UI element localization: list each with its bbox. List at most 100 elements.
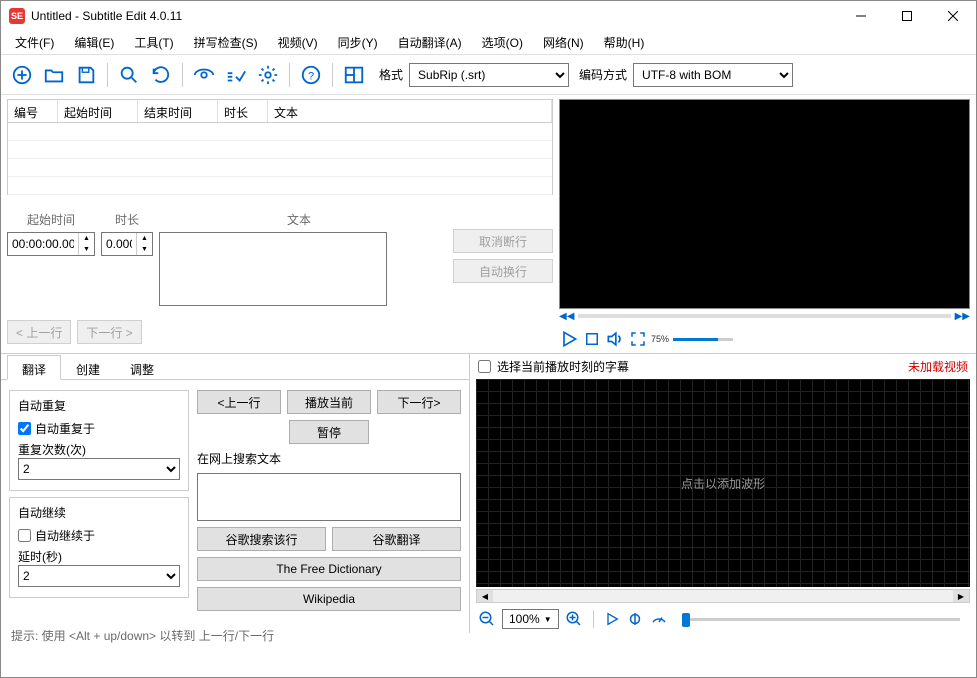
close-button[interactable] — [930, 1, 976, 31]
google-search-button[interactable]: 谷歌搜索该行 — [197, 527, 326, 551]
select-pos-label: 选择当前播放时刻的字幕 — [497, 358, 629, 375]
volume-slider[interactable] — [673, 338, 733, 341]
start-time-field[interactable] — [8, 233, 78, 255]
free-dictionary-button[interactable]: The Free Dictionary — [197, 557, 461, 581]
col-number[interactable]: 编号 — [8, 100, 58, 122]
encoding-select[interactable]: UTF-8 with BOM — [633, 63, 793, 87]
format-label: 格式 — [379, 66, 403, 83]
col-text[interactable]: 文本 — [268, 100, 552, 122]
spellcheck-button[interactable] — [221, 60, 251, 90]
start-time-input[interactable]: ▲▼ — [7, 232, 95, 256]
save-button[interactable] — [71, 60, 101, 90]
visual-sync-button[interactable] — [189, 60, 219, 90]
titlebar: SE Untitled - Subtitle Edit 4.0.11 — [1, 1, 976, 31]
table-row[interactable] — [8, 159, 552, 177]
delay-select[interactable]: 2 — [18, 565, 180, 587]
scroll-left-icon[interactable]: ◀ — [477, 590, 493, 602]
slider-thumb[interactable] — [682, 613, 690, 627]
col-duration[interactable]: 时长 — [218, 100, 268, 122]
zoom-in-icon[interactable] — [565, 610, 583, 628]
next-line-button[interactable]: 下一行 > — [77, 320, 141, 344]
minimize-button[interactable] — [838, 1, 884, 31]
menu-edit[interactable]: 编辑(E) — [64, 31, 124, 54]
autorepeat-fieldset: 自动重复 自动重复于 重复次数(次) 2 — [9, 390, 189, 491]
volume-value: 75% — [651, 334, 669, 344]
video-seek-bar[interactable]: ◀◀ ▶▶ — [559, 309, 970, 323]
subtitle-table-header: 编号 起始时间 结束时间 时长 文本 — [7, 99, 553, 123]
autocontinue-label: 自动继续于 — [35, 527, 95, 544]
duration-field[interactable] — [102, 233, 136, 255]
tab-translate[interactable]: 翻译 — [7, 355, 61, 380]
video-preview[interactable] — [559, 99, 970, 309]
find-button[interactable] — [114, 60, 144, 90]
wave-slider[interactable] — [682, 618, 960, 621]
wave-play-icon[interactable] — [604, 611, 620, 627]
wave-speed-icon[interactable] — [650, 610, 668, 628]
prev-line-button-2[interactable]: <上一行 — [197, 390, 281, 414]
window-title: Untitled - Subtitle Edit 4.0.11 — [31, 9, 838, 23]
wave-position-icon[interactable] — [626, 610, 644, 628]
help-button[interactable]: ? — [296, 60, 326, 90]
subtitle-table-body[interactable] — [7, 123, 553, 195]
pause-button[interactable]: 暂停 — [289, 420, 369, 444]
menu-tools[interactable]: 工具(T) — [124, 31, 183, 54]
spin-up-icon[interactable]: ▲ — [79, 233, 94, 244]
tab-create[interactable]: 创建 — [61, 355, 115, 380]
menu-network[interactable]: 网络(N) — [533, 31, 594, 54]
waveform-scrollbar[interactable]: ◀ ▶ — [476, 589, 970, 603]
next-line-button-2[interactable]: 下一行> — [377, 390, 461, 414]
app-icon: SE — [9, 8, 25, 24]
menu-sync[interactable]: 同步(Y) — [328, 31, 388, 54]
autobreak-button[interactable]: 自动换行 — [453, 259, 553, 283]
scroll-right-icon[interactable]: ▶ — [953, 590, 969, 602]
volume-icon[interactable] — [605, 329, 625, 349]
col-start[interactable]: 起始时间 — [58, 100, 138, 122]
table-row[interactable] — [8, 177, 552, 195]
settings-button[interactable] — [253, 60, 283, 90]
autorepeat-checkbox[interactable] — [18, 422, 31, 435]
duration-input[interactable]: ▲▼ — [101, 232, 153, 256]
seek-track[interactable] — [578, 314, 950, 318]
google-translate-button[interactable]: 谷歌翻译 — [332, 527, 461, 551]
zoom-select[interactable]: 100%▼ — [502, 609, 559, 629]
tab-adjust[interactable]: 调整 — [115, 355, 169, 380]
select-pos-checkbox[interactable] — [478, 360, 491, 373]
stop-icon[interactable] — [583, 330, 601, 348]
delay-label: 延时(秒) — [18, 548, 180, 565]
prev-line-button[interactable]: < 上一行 — [7, 320, 71, 344]
search-text-input[interactable] — [197, 473, 461, 521]
autorepeat-label: 自动重复于 — [35, 420, 95, 437]
repeat-count-label: 重复次数(次) — [18, 441, 180, 458]
menu-spellcheck[interactable]: 拼写检查(S) — [184, 31, 268, 54]
tab-bar: 翻译 创建 调整 — [1, 354, 469, 380]
repeat-count-select[interactable]: 2 — [18, 458, 180, 480]
replace-button[interactable] — [146, 60, 176, 90]
maximize-button[interactable] — [884, 1, 930, 31]
table-row[interactable] — [8, 141, 552, 159]
menu-video[interactable]: 视频(V) — [268, 31, 328, 54]
play-icon[interactable] — [559, 329, 579, 349]
seek-fwd-icon[interactable]: ▶▶ — [955, 311, 970, 322]
waveform-area[interactable]: 点击以添加波形 — [476, 379, 970, 587]
menu-options[interactable]: 选项(O) — [472, 31, 533, 54]
play-current-button[interactable]: 播放当前 — [287, 390, 371, 414]
col-end[interactable]: 结束时间 — [138, 100, 218, 122]
zoom-out-icon[interactable] — [478, 610, 496, 628]
unbreak-button[interactable]: 取消断行 — [453, 229, 553, 253]
spin-down-icon[interactable]: ▼ — [79, 244, 94, 255]
menu-file[interactable]: 文件(F) — [5, 31, 64, 54]
layout-button[interactable] — [339, 60, 369, 90]
open-button[interactable] — [39, 60, 69, 90]
spin-up-icon[interactable]: ▲ — [137, 233, 152, 244]
menu-autotranslate[interactable]: 自动翻译(A) — [388, 31, 472, 54]
subtitle-text-input[interactable] — [159, 232, 387, 306]
spin-down-icon[interactable]: ▼ — [137, 244, 152, 255]
wikipedia-button[interactable]: Wikipedia — [197, 587, 461, 611]
menu-help[interactable]: 帮助(H) — [594, 31, 655, 54]
autocontinue-checkbox[interactable] — [18, 529, 31, 542]
table-row[interactable] — [8, 123, 552, 141]
new-button[interactable] — [7, 60, 37, 90]
seek-back-icon[interactable]: ◀◀ — [559, 311, 574, 322]
format-select[interactable]: SubRip (.srt) — [409, 63, 569, 87]
fullscreen-icon[interactable] — [629, 330, 647, 348]
